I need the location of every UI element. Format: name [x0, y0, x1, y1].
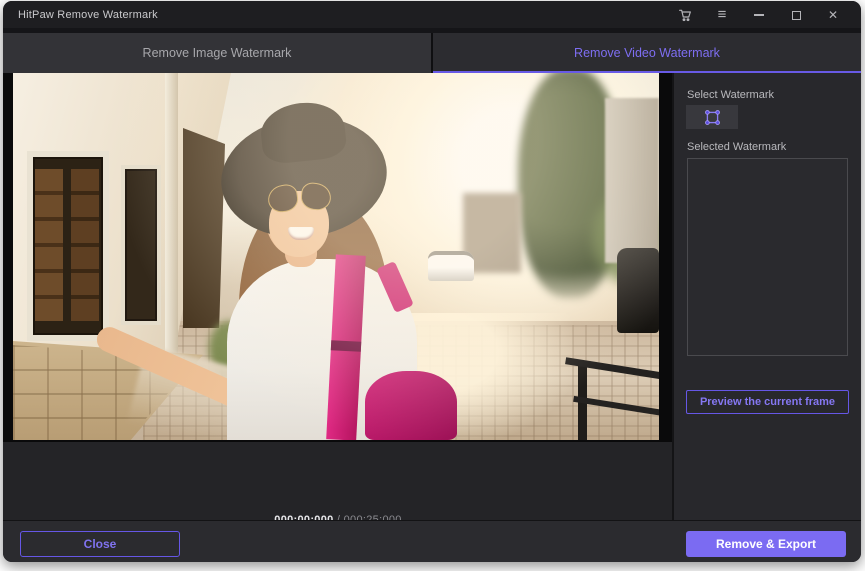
video-preview-canvas[interactable] — [3, 73, 673, 442]
title-bar[interactable]: HitPaw Remove Watermark ≡ ✕ — [3, 1, 861, 29]
footer-bar: Close Remove & Export — [3, 521, 861, 562]
selected-watermark-list[interactable] — [687, 158, 848, 356]
selected-watermark-label: Selected Watermark — [687, 141, 786, 153]
menu-icon[interactable]: ≡ — [714, 7, 730, 23]
minimize-icon[interactable] — [751, 7, 767, 23]
tab-remove-image-watermark[interactable]: Remove Image Watermark — [3, 33, 433, 73]
video-preview-image[interactable] — [13, 73, 659, 440]
titlebar-icons: ≡ ✕ — [677, 7, 861, 23]
cart-icon[interactable] — [677, 7, 693, 23]
close-icon[interactable]: ✕ — [825, 7, 841, 23]
watermark-side-panel: Select Watermark Selected Watermark Prev… — [674, 73, 861, 520]
remove-export-button[interactable]: Remove & Export — [686, 531, 846, 557]
close-button[interactable]: Close — [20, 531, 180, 557]
marquee-selection-icon — [704, 109, 721, 126]
maximize-glyph — [792, 11, 801, 20]
tab-bar: Remove Image Watermark Remove Video Wate… — [3, 28, 861, 73]
maximize-icon[interactable] — [788, 7, 804, 23]
select-watermark-label: Select Watermark — [687, 89, 774, 101]
minimize-glyph — [754, 14, 764, 16]
tab-remove-video-watermark[interactable]: Remove Video Watermark — [433, 33, 861, 73]
preview-current-frame-button[interactable]: Preview the current frame — [686, 390, 849, 414]
photo-light-haze — [13, 73, 659, 440]
marquee-selection-tool-button[interactable] — [686, 105, 738, 129]
app-window: HitPaw Remove Watermark ≡ ✕ Remove Image… — [3, 1, 861, 562]
preview-area: 000:00:000 / 000:25:000 HitPaw HitPaw — [3, 73, 673, 520]
window-title: HitPaw Remove Watermark — [3, 9, 158, 21]
